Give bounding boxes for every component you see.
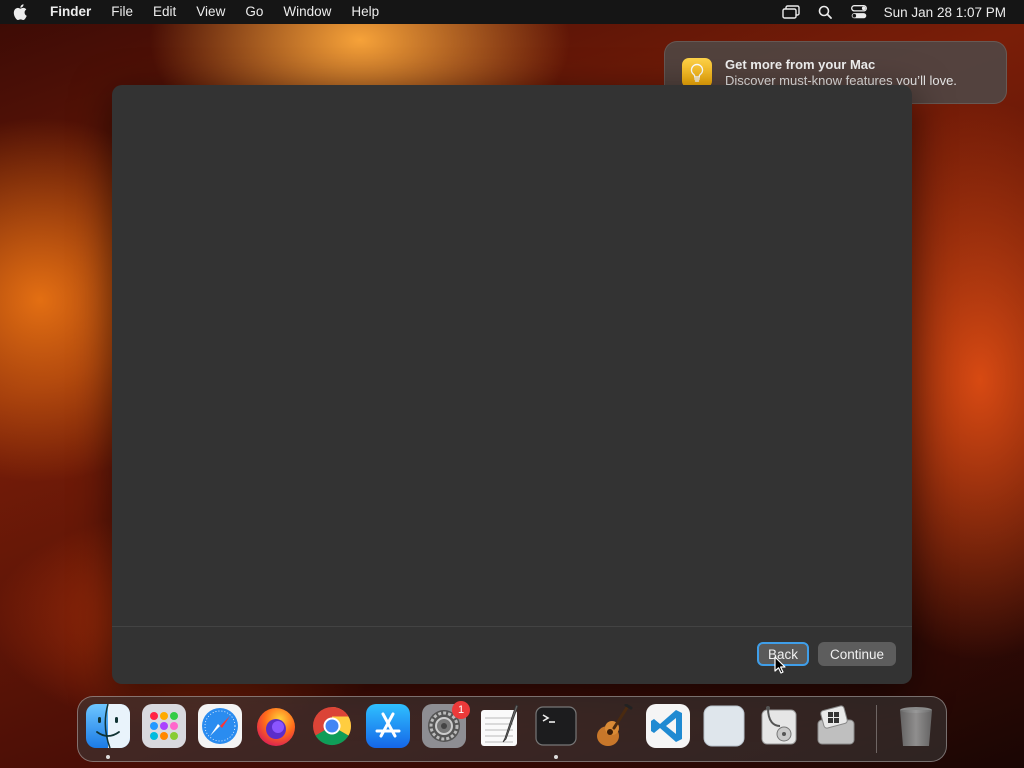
menu-app-name[interactable]: Finder bbox=[40, 0, 101, 24]
menu-view[interactable]: View bbox=[186, 0, 235, 24]
screen-mirroring-icon[interactable] bbox=[774, 0, 808, 24]
dock-finder-icon[interactable] bbox=[86, 703, 130, 749]
menu-go[interactable]: Go bbox=[235, 0, 273, 24]
menu-file[interactable]: File bbox=[101, 0, 143, 24]
dock-textedit-icon[interactable] bbox=[478, 704, 522, 748]
dock-trash-icon[interactable] bbox=[894, 704, 938, 748]
dock-preview-icon[interactable] bbox=[702, 704, 746, 748]
footer-divider bbox=[112, 626, 912, 627]
lightbulb-icon bbox=[682, 57, 712, 88]
running-indicator bbox=[554, 755, 558, 759]
apple-menu-icon[interactable] bbox=[0, 4, 40, 20]
dock-terminal-icon[interactable] bbox=[534, 704, 578, 748]
continue-button[interactable]: Continue bbox=[818, 642, 896, 666]
running-indicator bbox=[106, 755, 110, 759]
menu-window[interactable]: Window bbox=[273, 0, 341, 24]
window-content-area bbox=[112, 85, 912, 626]
menu-edit[interactable]: Edit bbox=[143, 0, 186, 24]
menu-clock[interactable]: Sun Jan 28 1:07 PM bbox=[876, 5, 1006, 20]
control-center-icon[interactable] bbox=[842, 0, 876, 24]
dock-vscode-icon[interactable] bbox=[646, 704, 690, 748]
dock-app-store-icon[interactable] bbox=[366, 704, 410, 748]
menu-bar: Finder File Edit View Go Window Help Sun… bbox=[0, 0, 1024, 24]
dock-launchpad-icon[interactable] bbox=[142, 704, 186, 748]
dock-separator bbox=[876, 705, 877, 753]
notification-title: Get more from your Mac bbox=[725, 56, 876, 72]
dock-chrome-icon[interactable] bbox=[310, 704, 354, 748]
menu-help[interactable]: Help bbox=[341, 0, 389, 24]
dock-safari-icon[interactable] bbox=[198, 704, 242, 748]
notification-badge: 1 bbox=[452, 701, 470, 719]
dock-garageband-icon[interactable] bbox=[590, 703, 634, 748]
spotlight-search-icon[interactable] bbox=[808, 0, 842, 24]
mouse-pointer-icon bbox=[774, 656, 786, 679]
dock-disk-utility-icon[interactable] bbox=[758, 704, 802, 748]
setup-window: Back Continue bbox=[112, 85, 912, 684]
dock-boot-camp-assistant-icon[interactable] bbox=[814, 704, 858, 748]
dock: 1 bbox=[77, 696, 947, 762]
dock-firefox-icon[interactable] bbox=[254, 704, 298, 748]
